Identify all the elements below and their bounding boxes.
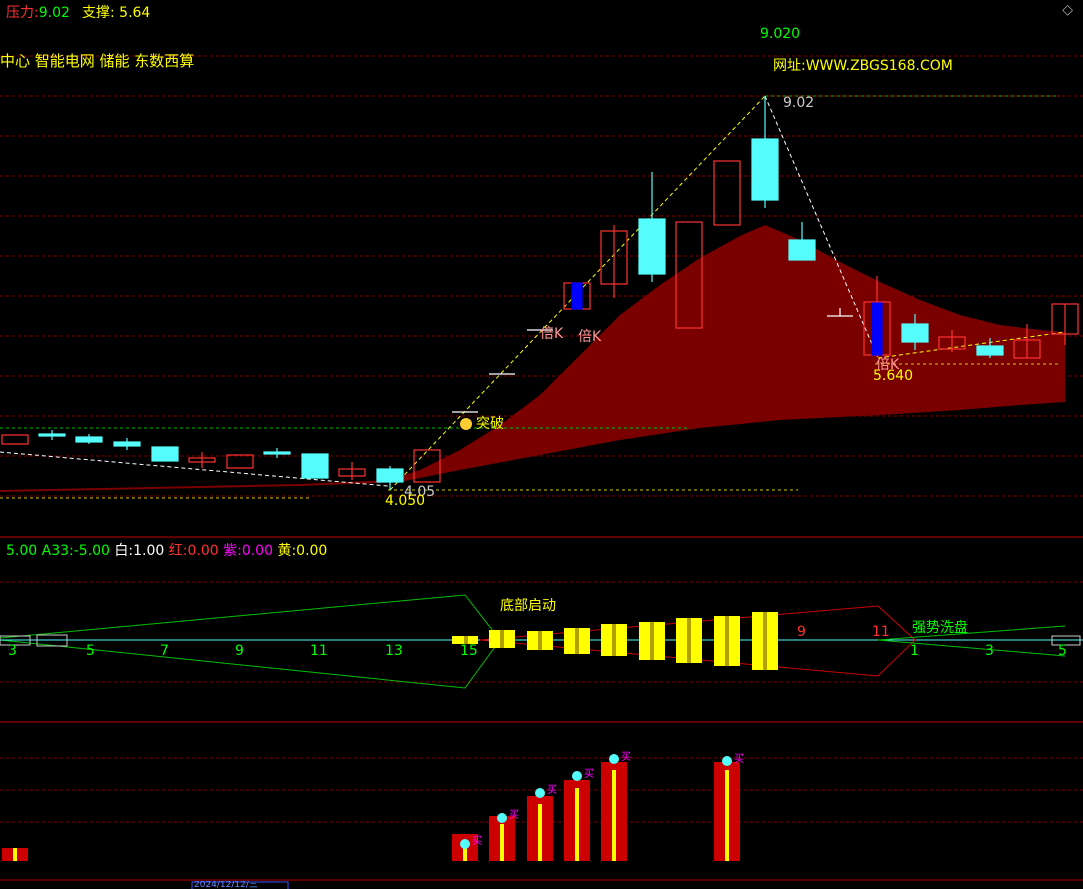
website-label: 网址:WWW.ZBGS168.COM bbox=[773, 58, 953, 74]
peak-top-label: 9.020 bbox=[760, 26, 801, 42]
double-k-label: 倍K bbox=[578, 329, 602, 345]
low-value: 4.050 bbox=[385, 493, 426, 509]
count-label: 1 bbox=[910, 643, 919, 659]
date-label: 2024/12/12/三 bbox=[194, 881, 258, 889]
bottom-start-label: 底部启动 bbox=[500, 598, 556, 614]
count-label: 15 bbox=[460, 643, 478, 659]
count-label: 3 bbox=[985, 643, 994, 659]
buy-tag: 买 bbox=[547, 785, 557, 796]
white-trend-line bbox=[0, 451, 389, 487]
concept-tags: 中心 智能电网 储能 东数西算 bbox=[0, 52, 195, 70]
count-label: 11 bbox=[310, 643, 328, 659]
peak-mark: 9.02 bbox=[783, 95, 815, 111]
buy-tag: 买 bbox=[509, 810, 519, 821]
breakout-label: 突破 bbox=[476, 416, 504, 432]
support-label: 支撑: 5.64 bbox=[82, 5, 151, 21]
hand-pointer-icon bbox=[460, 418, 472, 430]
count-label: 3 bbox=[8, 643, 17, 659]
buy-tag: 买 bbox=[734, 754, 744, 765]
count-label: 7 bbox=[160, 643, 169, 659]
double-k-label: 倍K bbox=[876, 357, 900, 373]
double-k-label: 倍K bbox=[540, 326, 564, 342]
count-label: 5 bbox=[86, 643, 95, 659]
indicator-header: 5.00 A33:-5.00 白:1.00 红:0.00 紫:0.00 黄:0.… bbox=[6, 543, 328, 559]
strong-wash-label: 强势洗盘 bbox=[912, 620, 968, 636]
count-label: 9 bbox=[797, 624, 806, 640]
buy-tag: 买 bbox=[621, 752, 631, 763]
count-label: 9 bbox=[235, 643, 244, 659]
count-label: 5 bbox=[1058, 643, 1067, 659]
count-label: 13 bbox=[385, 643, 403, 659]
chart-canvas bbox=[0, 55, 1083, 889]
buy-tag: 买 bbox=[584, 769, 594, 780]
indicator-bars bbox=[452, 612, 778, 670]
resistance-label: 压力:9.02 bbox=[6, 5, 70, 21]
signal-bars bbox=[2, 762, 740, 861]
buy-tag: 买 bbox=[472, 836, 482, 847]
count-label: 11 bbox=[872, 624, 890, 640]
window-diamond-icon[interactable]: ◇ bbox=[1062, 2, 1073, 18]
